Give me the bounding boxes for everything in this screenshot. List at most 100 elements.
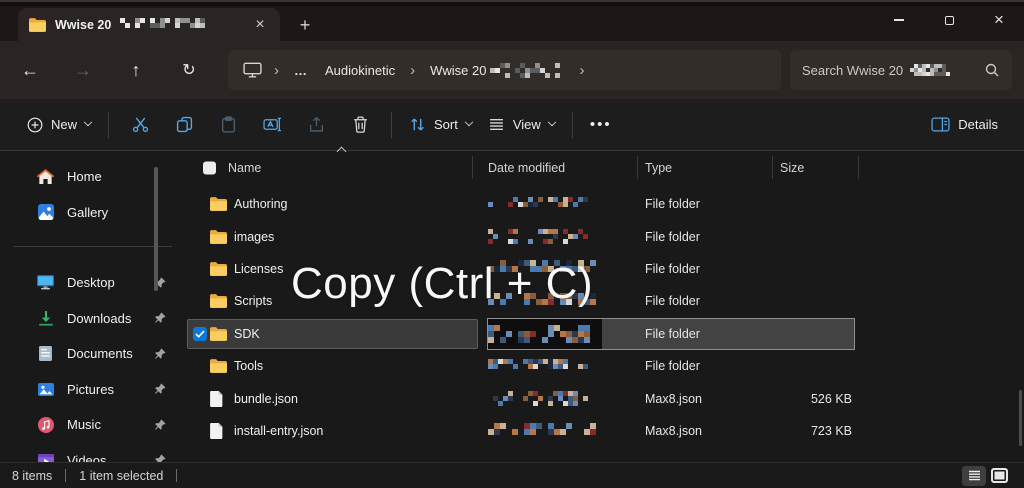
close-button[interactable]: ×: [974, 0, 1024, 40]
file-row[interactable]: images File folder: [187, 220, 1024, 252]
sort-button-label: Sort: [434, 117, 458, 132]
breadcrumb-wwise[interactable]: Wwise 20: [427, 61, 567, 80]
redacted-version: [490, 62, 564, 78]
this-pc-icon[interactable]: [242, 62, 262, 79]
column-divider[interactable]: [472, 156, 473, 179]
chevron-right-icon: ›: [410, 61, 416, 79]
row-checkbox[interactable]: [193, 424, 207, 438]
pin-icon: [153, 454, 166, 462]
sidebar-scrollbar[interactable]: [154, 167, 158, 291]
paste-button[interactable]: [206, 108, 250, 142]
minimize-button[interactable]: [874, 0, 924, 40]
maximize-button[interactable]: [924, 0, 974, 40]
details-button[interactable]: Details: [922, 110, 1006, 139]
scissors-icon: [132, 117, 148, 133]
navigation-bar: ← → ↑ ↻ › … Audiokinetic › Wwise 20 › Se…: [0, 41, 1024, 99]
row-checkbox[interactable]: [193, 230, 207, 244]
thumbnail-view-toggle[interactable]: [991, 468, 1008, 483]
file-row-selected[interactable]: SDK File folder: [187, 317, 1024, 350]
breadcrumb[interactable]: › … Audiokinetic › Wwise 20 ›: [228, 50, 781, 90]
copy-button[interactable]: [162, 108, 206, 142]
file-name: Authoring: [234, 197, 288, 212]
column-header-type[interactable]: Type: [645, 161, 672, 175]
column-divider[interactable]: [772, 156, 773, 179]
music-icon: [37, 416, 54, 433]
sidebar-item-videos[interactable]: Videos: [6, 443, 180, 462]
sidebar-item-label: Videos: [67, 452, 107, 462]
paste-icon: [221, 116, 235, 133]
row-checkbox[interactable]: [193, 294, 207, 308]
sort-button[interactable]: Sort: [401, 110, 480, 139]
file-type: File folder: [645, 197, 700, 212]
refresh-button[interactable]: ↻: [179, 60, 199, 80]
cut-button[interactable]: [118, 108, 162, 142]
column-header-date[interactable]: Date modified: [488, 161, 565, 175]
file-type: Max8.json: [645, 391, 702, 406]
sidebar-item-label: Desktop: [67, 275, 115, 291]
redacted-date: [488, 197, 588, 211]
row-checkbox-checked[interactable]: [193, 326, 207, 341]
sort-arrows-icon: [409, 116, 426, 133]
file-row[interactable]: Tools File folder: [187, 350, 1024, 382]
file-list-scrollbar[interactable]: [1019, 390, 1022, 446]
rename-button[interactable]: [250, 108, 294, 142]
select-all-checkbox[interactable]: [203, 161, 216, 174]
file-type: File folder: [645, 261, 700, 276]
explorer-tab[interactable]: Wwise 20 ×: [18, 8, 280, 41]
file-type: File folder: [645, 294, 700, 309]
sidebar-item-pictures[interactable]: Pictures: [6, 372, 180, 408]
redacted-date: [488, 324, 594, 343]
column-header-size[interactable]: Size: [780, 161, 804, 175]
folder-icon: [210, 326, 227, 341]
column-divider[interactable]: [858, 156, 859, 179]
sidebar-item-label: Home: [67, 169, 102, 185]
breadcrumb-audiokinetic[interactable]: Audiokinetic: [322, 61, 398, 80]
details-pane-icon: [930, 116, 950, 133]
sidebar-item-downloads[interactable]: Downloads: [6, 301, 180, 337]
rename-icon: [262, 117, 281, 132]
more-options-button[interactable]: •••: [582, 110, 620, 139]
sidebar-item-label: Music: [67, 417, 101, 433]
file-explorer-window: Wwise 20 × + × ← → ↑ ↻ › … Audiokinetic …: [0, 0, 1024, 488]
breadcrumb-overflow-button[interactable]: …: [291, 61, 310, 80]
new-button[interactable]: New: [18, 110, 99, 139]
file-date: [477, 422, 645, 439]
chevron-down-icon: [547, 117, 557, 126]
selection-count: 1 item selected: [79, 468, 164, 483]
up-button[interactable]: ↑: [126, 60, 146, 81]
file-row[interactable]: bundle.json Max8.json 526 KB: [187, 382, 1024, 414]
sidebar-item-documents[interactable]: Documents: [6, 336, 180, 372]
close-tab-icon[interactable]: ×: [248, 13, 272, 37]
row-checkbox[interactable]: [193, 359, 207, 373]
column-header-name[interactable]: Name: [228, 161, 261, 175]
file-row[interactable]: Authoring File folder: [187, 188, 1024, 220]
row-checkbox[interactable]: [193, 262, 207, 276]
redacted-date: [488, 422, 596, 439]
list-lines-icon: [488, 116, 505, 133]
chevron-right-icon: ›: [274, 61, 279, 79]
file-row[interactable]: install-entry.json Max8.json 723 KB: [187, 415, 1024, 447]
redacted-date: [488, 391, 594, 407]
back-button[interactable]: ←: [20, 60, 40, 81]
forward-button[interactable]: →: [73, 60, 93, 81]
details-view-toggle[interactable]: [962, 465, 986, 486]
search-icon[interactable]: [983, 62, 1000, 79]
row-checkbox[interactable]: [193, 197, 207, 211]
chevron-down-icon: [83, 117, 93, 126]
pin-icon: [153, 383, 166, 396]
file-name: SDK: [234, 326, 260, 341]
sidebar-item-music[interactable]: Music: [6, 407, 180, 443]
file-icon: [210, 390, 227, 407]
status-bar: 8 items 1 item selected: [0, 462, 1024, 488]
view-button[interactable]: View: [480, 110, 563, 139]
delete-button[interactable]: [338, 108, 382, 142]
row-checkbox[interactable]: [193, 392, 207, 406]
sidebar-divider: [14, 246, 172, 247]
items-count: 8 items: [12, 468, 53, 483]
search-input[interactable]: Search Wwise 20: [790, 50, 1012, 90]
file-type: File folder: [645, 326, 700, 341]
column-divider[interactable]: [637, 156, 638, 179]
share-button[interactable]: [294, 108, 338, 142]
trash-icon: [353, 116, 367, 133]
new-tab-button[interactable]: +: [291, 11, 319, 39]
